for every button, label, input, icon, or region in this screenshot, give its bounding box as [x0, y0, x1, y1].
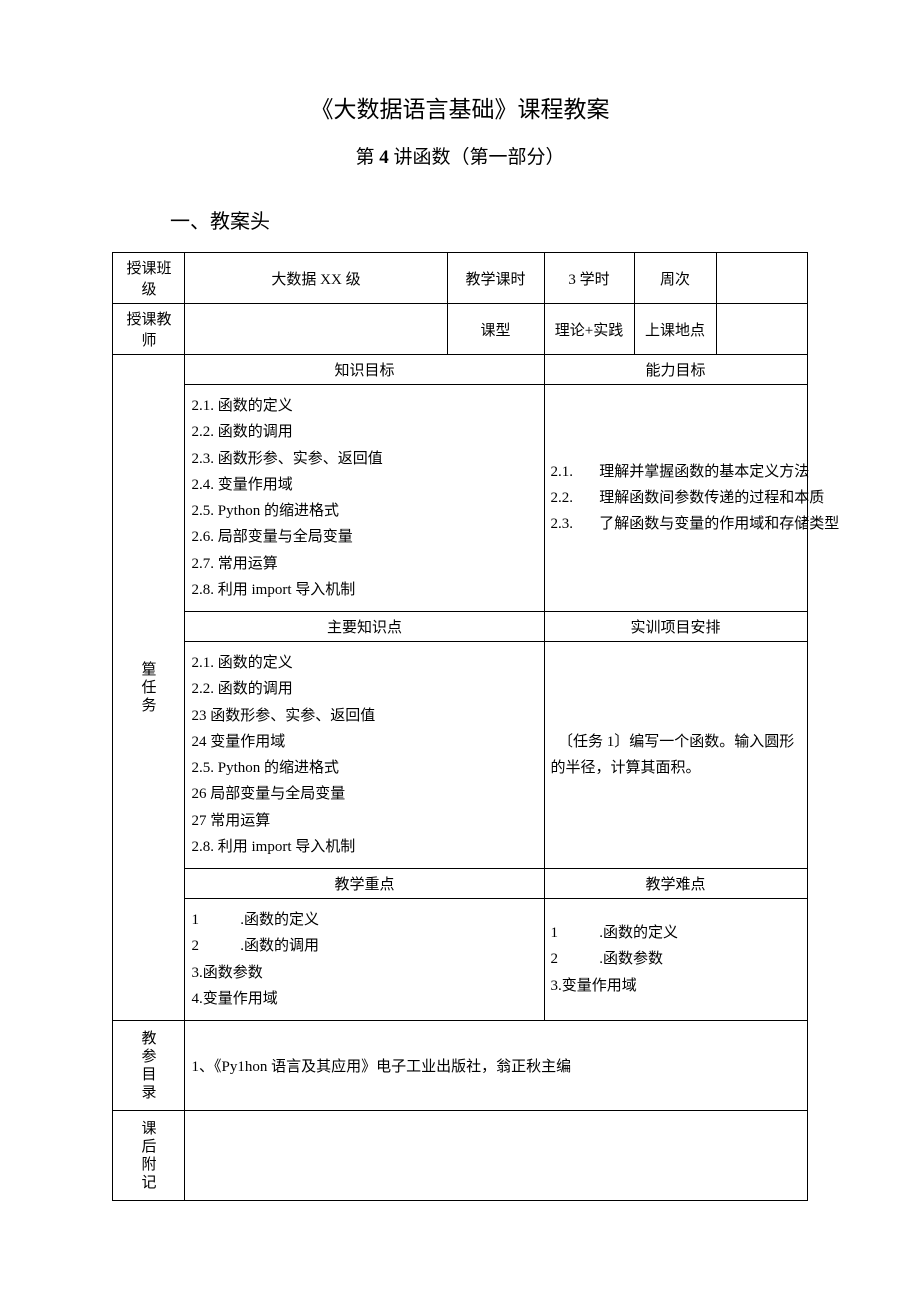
ability-goal-header: 能力目标: [544, 355, 807, 385]
table-row: 授课教师 课型 理论+实践 上课地点: [113, 304, 807, 355]
ref-catalog-label: 教 参 目 录: [113, 1021, 185, 1111]
week-label: 周次: [634, 253, 716, 304]
list-item: 2.1. 函数的定义: [191, 650, 537, 676]
practice-header: 实训项目安排: [544, 612, 807, 642]
focus-header: 教学重点: [185, 869, 544, 899]
class-label: 授课班级: [113, 253, 185, 304]
list-item: 2.5. Python 的缩进格式: [191, 498, 537, 524]
difficulty-header: 教学难点: [544, 869, 807, 899]
document-page: 《大数据语言基础》课程教案 第 4 讲函数（第一部分） 一、教案头 授课班级 大…: [0, 0, 920, 1201]
teacher-label: 授课教师: [113, 304, 185, 355]
table-row: 1 .函数的定义 2 .函数的调用 3.函数参数 4.变量作用域 1 .函数的定…: [113, 899, 807, 1021]
subtitle-prefix: 第: [355, 147, 379, 168]
practice-text: 〔任务 1〕编写一个函数。输入圆形的半径，计算其面积。: [551, 725, 801, 786]
list-item: 1 .函数的定义: [551, 920, 801, 946]
knowledge-goals-cell: 2.1. 函数的定义 2.2. 函数的调用 2.3. 函数形参、实参、返回值 2…: [185, 385, 544, 612]
post-char3: 附: [119, 1156, 178, 1174]
class-value: 大数据 XX 级: [185, 253, 447, 304]
type-value: 理论+实践: [544, 304, 634, 355]
ability-goals-cell: 2.1. 理解并掌握函数的基本定义方法 2.2. 理解函数间参数传递的过程和本质…: [544, 385, 807, 612]
list-item: 2.3. 函数形参、实参、返回值: [191, 446, 537, 472]
list-item: 23 函数形参、实参、返回值: [191, 703, 537, 729]
list-item: 2.8. 利用 import 导入机制: [191, 834, 537, 860]
lesson-plan-table: 授课班级 大数据 XX 级 教学课时 3 学时 周次 授课教师 课型 理论+实践…: [112, 252, 807, 1201]
post-char1: 课: [119, 1120, 178, 1138]
hours-value: 3 学时: [544, 253, 634, 304]
table-row: 篂 任 务 知识目标 能力目标: [113, 355, 807, 385]
list-item: 24 变量作用域: [191, 729, 537, 755]
list-item: 26 局部变量与全局变量: [191, 781, 537, 807]
list-item: 2.2. 理解函数间参数传递的过程和本质: [551, 485, 801, 511]
list-item: 3.变量作用域: [551, 973, 801, 999]
difficulty-cell: 1 .函数的定义 2 .函数参数 3.变量作用域: [544, 899, 807, 1021]
list-item: 27 常用运算: [191, 808, 537, 834]
ref-char3: 目: [119, 1066, 178, 1084]
list-item: 2.4. 变量作用域: [191, 472, 537, 498]
task-header-char2: 任: [119, 679, 178, 697]
teacher-value: [185, 304, 447, 355]
postscript-label: 课 后 附 记: [113, 1111, 185, 1201]
knowledge-goal-header: 知识目标: [185, 355, 544, 385]
table-row: 主要知识点 实训项目安排: [113, 612, 807, 642]
list-item: 2.7. 常用运算: [191, 551, 537, 577]
section-heading: 一、教案头: [170, 205, 920, 234]
task-header-char3: 务: [119, 697, 178, 715]
list-item: 1 .函数的定义: [191, 907, 537, 933]
list-item: 2 .函数的调用: [191, 933, 537, 959]
list-item: 2.8. 利用 import 导入机制: [191, 577, 537, 603]
table-row: 教 参 目 录 1、《Py1hon 语言及其应用》电子工业出版社，翁正秋主编: [113, 1021, 807, 1111]
document-subtitle: 第 4 讲函数（第一部分）: [0, 142, 920, 169]
ref-char2: 参: [119, 1048, 178, 1066]
list-item: 2.2. 函数的调用: [191, 419, 537, 445]
table-row: 2.1. 函数的定义 2.2. 函数的调用 23 函数形参、实参、返回值 24 …: [113, 642, 807, 869]
key-points-header: 主要知识点: [185, 612, 544, 642]
task-header-cell: 篂 任 务: [113, 355, 185, 1021]
list-item: 3.函数参数: [191, 960, 537, 986]
location-value: [716, 304, 807, 355]
table-row: 教学重点 教学难点: [113, 869, 807, 899]
list-item: 2.5. Python 的缩进格式: [191, 755, 537, 781]
task-header-char1: 篂: [119, 661, 178, 679]
table-row: 授课班级 大数据 XX 级 教学课时 3 学时 周次: [113, 253, 807, 304]
list-item: 2 .函数参数: [551, 946, 801, 972]
lecture-number: 4: [379, 147, 393, 168]
type-label: 课型: [447, 304, 544, 355]
focus-cell: 1 .函数的定义 2 .函数的调用 3.函数参数 4.变量作用域: [185, 899, 544, 1021]
practice-cell: 〔任务 1〕编写一个函数。输入圆形的半径，计算其面积。: [544, 642, 807, 869]
list-item: 2.2. 函数的调用: [191, 676, 537, 702]
ref-char1: 教: [119, 1030, 178, 1048]
list-item: 4.变量作用域: [191, 986, 537, 1012]
subtitle-suffix: 讲函数（第一部分）: [394, 147, 565, 168]
table-row: 课 后 附 记: [113, 1111, 807, 1201]
hours-label: 教学课时: [447, 253, 544, 304]
post-char2: 后: [119, 1138, 178, 1156]
ref-char4: 录: [119, 1084, 178, 1102]
reference-cell: 1、《Py1hon 语言及其应用》电子工业出版社，翁正秋主编: [185, 1021, 807, 1111]
table-row: 2.1. 函数的定义 2.2. 函数的调用 2.3. 函数形参、实参、返回值 2…: [113, 385, 807, 612]
week-value: [716, 253, 807, 304]
key-points-cell: 2.1. 函数的定义 2.2. 函数的调用 23 函数形参、实参、返回值 24 …: [185, 642, 544, 869]
post-char4: 记: [119, 1174, 178, 1192]
list-item: 2.3. 了解函数与变量的作用域和存储类型: [551, 511, 801, 537]
list-item: 2.1. 理解并掌握函数的基本定义方法: [551, 459, 801, 485]
location-label: 上课地点: [634, 304, 716, 355]
postscript-cell: [185, 1111, 807, 1201]
document-title: 《大数据语言基础》课程教案: [0, 90, 920, 124]
list-item: 2.6. 局部变量与全局变量: [191, 524, 537, 550]
list-item: 2.1. 函数的定义: [191, 393, 537, 419]
